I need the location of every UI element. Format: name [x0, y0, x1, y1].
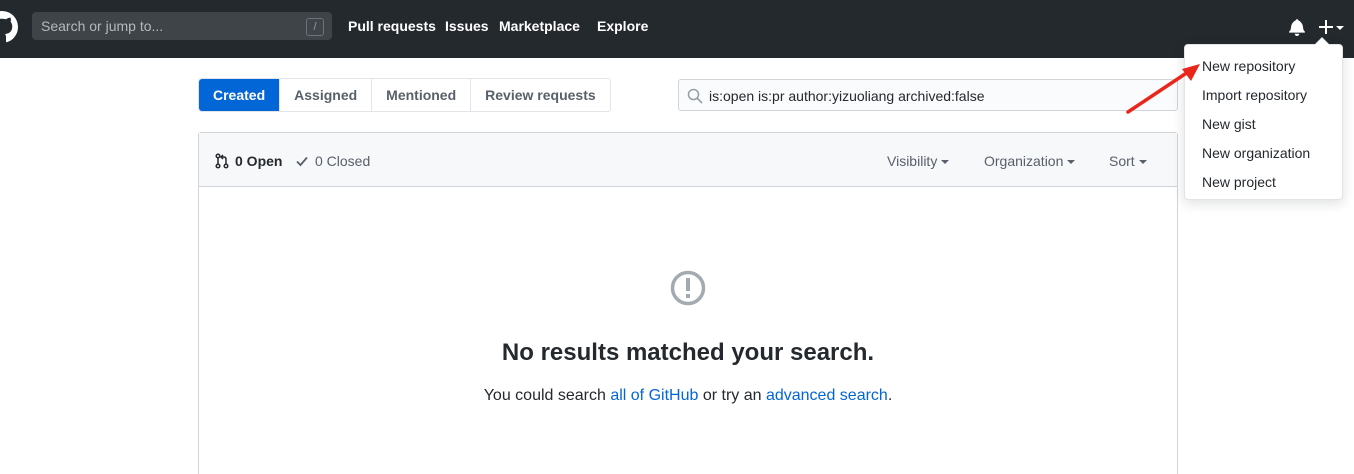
- nav-pull-requests[interactable]: Pull requests: [348, 18, 436, 34]
- pr-filter-tabs: Created Assigned Mentioned Review reques…: [198, 78, 611, 112]
- menu-caret-inner: [1315, 38, 1329, 45]
- blankslate-title: No results matched your search.: [501, 339, 875, 366]
- sort-label: Sort: [1109, 153, 1135, 169]
- menu-new-organization[interactable]: New organization: [1202, 145, 1310, 161]
- blankslate-text-middle: or try an: [698, 387, 766, 404]
- closed-count: 0 Closed: [315, 153, 371, 169]
- visibility-dropdown[interactable]: Visibility: [887, 153, 950, 169]
- chevron-down-icon: [1138, 160, 1147, 165]
- open-filter[interactable]: 0 Open: [215, 153, 282, 169]
- nav-marketplace[interactable]: Marketplace: [499, 18, 580, 34]
- blankslate-text-prefix: You could search: [483, 387, 611, 404]
- menu-new-gist[interactable]: New gist: [1202, 116, 1256, 132]
- bell-icon[interactable]: [1289, 18, 1305, 36]
- pull-requests-list: 0 Open 0 Closed Visibility Organization …: [198, 132, 1178, 474]
- sort-dropdown[interactable]: Sort: [1109, 153, 1147, 169]
- github-logo-icon[interactable]: [0, 11, 18, 43]
- annotation-arrow-icon: [1126, 64, 1200, 114]
- tab-created[interactable]: Created: [199, 79, 281, 111]
- list-header: 0 Open 0 Closed Visibility Organization …: [199, 133, 1177, 187]
- search-icon: [687, 88, 703, 104]
- blankslate-text: You could search all of GitHub or try an…: [199, 387, 1177, 405]
- create-new-plus-icon[interactable]: [1318, 17, 1346, 37]
- closed-filter[interactable]: 0 Closed: [295, 153, 370, 169]
- filter-query-value: is:open is:pr author:yizuoliang archived…: [709, 88, 985, 104]
- chevron-down-icon: [941, 160, 950, 165]
- blankslate-text-suffix: .: [887, 387, 893, 404]
- nav-explore[interactable]: Explore: [597, 18, 648, 34]
- chevron-down-icon: [1067, 160, 1076, 165]
- search-placeholder: Search or jump to...: [41, 18, 164, 34]
- alert-icon: [670, 270, 706, 306]
- organization-label: Organization: [984, 153, 1064, 169]
- advanced-search-link[interactable]: advanced search: [766, 387, 888, 404]
- tab-mentioned[interactable]: Mentioned: [372, 79, 472, 111]
- filter-search-input[interactable]: is:open is:pr author:yizuoliang archived…: [678, 79, 1178, 111]
- menu-import-repository[interactable]: Import repository: [1202, 87, 1307, 103]
- all-of-github-link[interactable]: all of GitHub: [610, 387, 698, 404]
- search-input[interactable]: Search or jump to... /: [32, 12, 332, 40]
- tab-assigned[interactable]: Assigned: [280, 79, 373, 111]
- open-count: 0 Open: [235, 153, 283, 169]
- menu-new-repository[interactable]: New repository: [1202, 58, 1295, 74]
- menu-new-project[interactable]: New project: [1202, 174, 1276, 190]
- check-icon: [296, 156, 308, 167]
- git-pull-request-icon: [215, 153, 229, 169]
- slash-shortcut-badge: /: [306, 18, 324, 36]
- global-header: Search or jump to... / Pull requests Iss…: [0, 0, 1354, 58]
- organization-dropdown[interactable]: Organization: [984, 153, 1076, 169]
- nav-issues[interactable]: Issues: [445, 18, 489, 34]
- visibility-label: Visibility: [887, 153, 938, 169]
- tab-review-requests[interactable]: Review requests: [471, 79, 610, 111]
